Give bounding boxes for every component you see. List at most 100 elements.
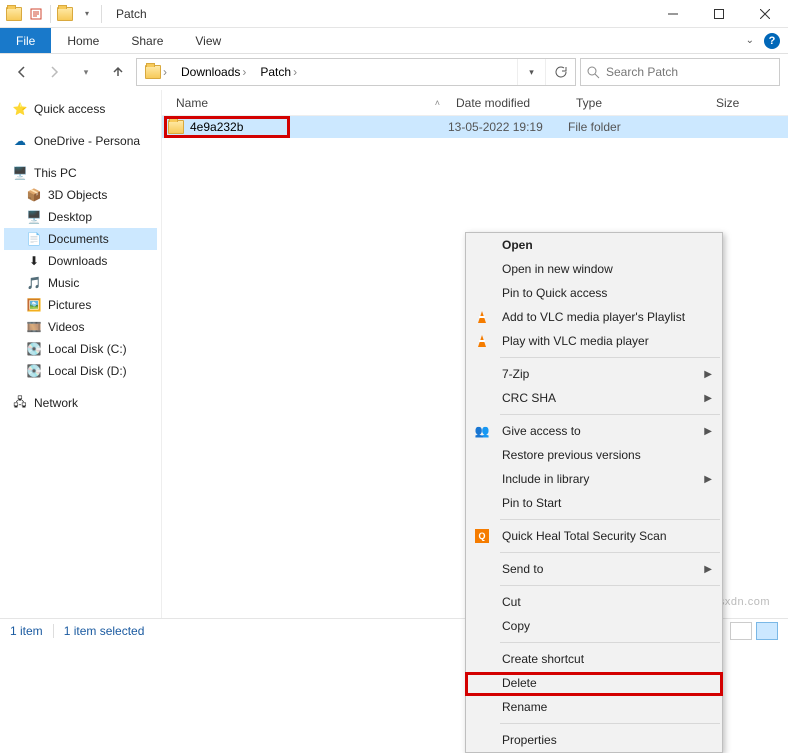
context-menu-copy[interactable]: Copy	[466, 614, 722, 638]
minimize-button[interactable]	[650, 0, 696, 28]
column-size[interactable]: Size	[708, 96, 788, 110]
refresh-button[interactable]	[545, 59, 573, 85]
maximize-button[interactable]	[696, 0, 742, 28]
context-menu-label: Pin to Start	[502, 496, 561, 510]
context-menu-label: CRC SHA	[502, 391, 556, 405]
nav-item-documents[interactable]: 📄Documents	[4, 228, 157, 250]
context-menu-play-with-vlc-media-player[interactable]: Play with VLC media player	[466, 329, 722, 353]
context-menu-separator	[500, 552, 720, 553]
nav-item-local-disk-c-[interactable]: 💽Local Disk (C:)	[4, 338, 157, 360]
context-menu-separator	[500, 642, 720, 643]
context-menu-label: Cut	[502, 595, 521, 609]
context-menu-label: Send to	[502, 562, 543, 576]
window-controls	[650, 0, 788, 28]
address-bar[interactable]: › Downloads› Patch› ▾	[136, 58, 576, 86]
cloud-icon: ☁	[12, 133, 28, 149]
context-menu-delete[interactable]: Delete	[466, 671, 722, 695]
breadcrumb-downloads[interactable]: Downloads›	[175, 59, 254, 85]
nav-this-pc[interactable]: 🖥️This PC	[4, 162, 157, 184]
context-menu-label: Delete	[502, 676, 537, 690]
nav-network[interactable]: 🖧Network	[4, 392, 157, 414]
breadcrumb-root[interactable]: ›	[139, 59, 175, 85]
nav-item-3d-objects[interactable]: 📦3D Objects	[4, 184, 157, 206]
quickheal-icon: Q	[474, 528, 490, 544]
back-button[interactable]	[8, 58, 36, 86]
folder-icon	[168, 119, 184, 135]
nav-item-local-disk-d-[interactable]: 💽Local Disk (D:)	[4, 360, 157, 382]
context-menu-properties[interactable]: Properties	[466, 728, 722, 752]
up-button[interactable]	[104, 58, 132, 86]
qat-properties-icon[interactable]	[26, 4, 46, 24]
context-menu-crc-sha[interactable]: CRC SHA▶	[466, 386, 722, 410]
status-item-count: 1 item	[10, 624, 43, 638]
tab-home[interactable]: Home	[51, 28, 115, 53]
context-menu-label: Restore previous versions	[502, 448, 641, 462]
recent-dropdown[interactable]: ▾	[72, 58, 100, 86]
qat-dropdown-icon[interactable]: ▾	[77, 4, 97, 24]
context-menu-separator	[500, 519, 720, 520]
folder-icon	[55, 4, 75, 24]
help-icon[interactable]: ?	[764, 33, 780, 49]
navigation-pane: ⭐Quick access ☁OneDrive - Persona 🖥️This…	[0, 90, 161, 618]
nav-onedrive[interactable]: ☁OneDrive - Persona	[4, 130, 157, 152]
context-menu-separator	[500, 357, 720, 358]
context-menu-include-in-library[interactable]: Include in library▶	[466, 467, 722, 491]
column-name[interactable]: Name˄	[168, 96, 448, 110]
address-dropdown[interactable]: ▾	[517, 59, 545, 85]
context-menu-open-in-new-window[interactable]: Open in new window	[466, 257, 722, 281]
nav-item-label: Local Disk (D:)	[48, 364, 127, 378]
breadcrumb-patch[interactable]: Patch›	[254, 59, 305, 85]
context-menu-7-zip[interactable]: 7-Zip▶	[466, 362, 722, 386]
nav-item-videos[interactable]: 🎞️Videos	[4, 316, 157, 338]
tab-view[interactable]: View	[179, 28, 237, 53]
context-menu-cut[interactable]: Cut	[466, 590, 722, 614]
address-bar-row: ▾ › Downloads› Patch› ▾ Search Patch	[0, 54, 788, 90]
view-details-button[interactable]	[756, 622, 778, 640]
context-menu-separator	[500, 723, 720, 724]
context-menu-label: 7-Zip	[502, 367, 529, 381]
context-menu-label: Create shortcut	[502, 652, 584, 666]
file-name: 4e9a232b	[190, 120, 243, 134]
context-menu-quick-heal-total-security-scan[interactable]: Q Quick Heal Total Security Scan	[466, 524, 722, 548]
breadcrumb-label: Patch	[260, 65, 291, 79]
qat-separator	[50, 5, 51, 23]
context-menu-give-access-to[interactable]: 👥Give access to▶	[466, 419, 722, 443]
column-type[interactable]: Type	[568, 96, 708, 110]
nav-item-downloads[interactable]: ⬇Downloads	[4, 250, 157, 272]
expand-ribbon-icon[interactable]: ⌄	[746, 35, 754, 46]
context-menu-pin-to-start[interactable]: Pin to Start	[466, 491, 722, 515]
context-menu-separator	[500, 585, 720, 586]
nav-item-music[interactable]: 🎵Music	[4, 272, 157, 294]
nav-quick-access[interactable]: ⭐Quick access	[4, 98, 157, 120]
nav-item-pictures[interactable]: 🖼️Pictures	[4, 294, 157, 316]
context-menu-pin-to-quick-access[interactable]: Pin to Quick access	[466, 281, 722, 305]
pc-icon: 🖥️	[12, 165, 28, 181]
context-menu-send-to[interactable]: Send to▶	[466, 557, 722, 581]
context-menu-restore-previous-versions[interactable]: Restore previous versions	[466, 443, 722, 467]
search-input[interactable]: Search Patch	[580, 58, 780, 86]
submenu-arrow-icon: ▶	[704, 474, 712, 485]
context-menu-create-shortcut[interactable]: Create shortcut	[466, 647, 722, 671]
file-tab[interactable]: File	[0, 28, 51, 53]
context-menu-add-to-vlc-media-player-s-playlist[interactable]: Add to VLC media player's Playlist	[466, 305, 722, 329]
context-menu-label: Rename	[502, 700, 547, 714]
context-menu-label: Quick Heal Total Security Scan	[502, 529, 667, 543]
breadcrumb-label: Downloads	[181, 65, 240, 79]
tab-share[interactable]: Share	[115, 28, 179, 53]
context-menu-rename[interactable]: Rename	[466, 695, 722, 719]
nav-item-icon: 🎵	[26, 275, 42, 291]
context-menu-label: Play with VLC media player	[502, 334, 649, 348]
forward-button[interactable]	[40, 58, 68, 86]
nav-item-desktop[interactable]: 🖥️Desktop	[4, 206, 157, 228]
view-switcher	[730, 622, 778, 640]
context-menu-open[interactable]: Open	[466, 233, 722, 257]
column-headers: Name˄ Date modified Type Size	[162, 90, 788, 116]
file-row[interactable]: 4e9a232b13-05-2022 19:19File folder	[162, 116, 788, 138]
column-label: Name	[176, 96, 208, 110]
nav-item-label: Downloads	[48, 254, 107, 268]
column-date[interactable]: Date modified	[448, 96, 568, 110]
window-title: Patch	[108, 7, 147, 21]
nav-label: Quick access	[34, 102, 105, 116]
close-button[interactable]	[742, 0, 788, 28]
view-thumbnails-button[interactable]	[730, 622, 752, 640]
